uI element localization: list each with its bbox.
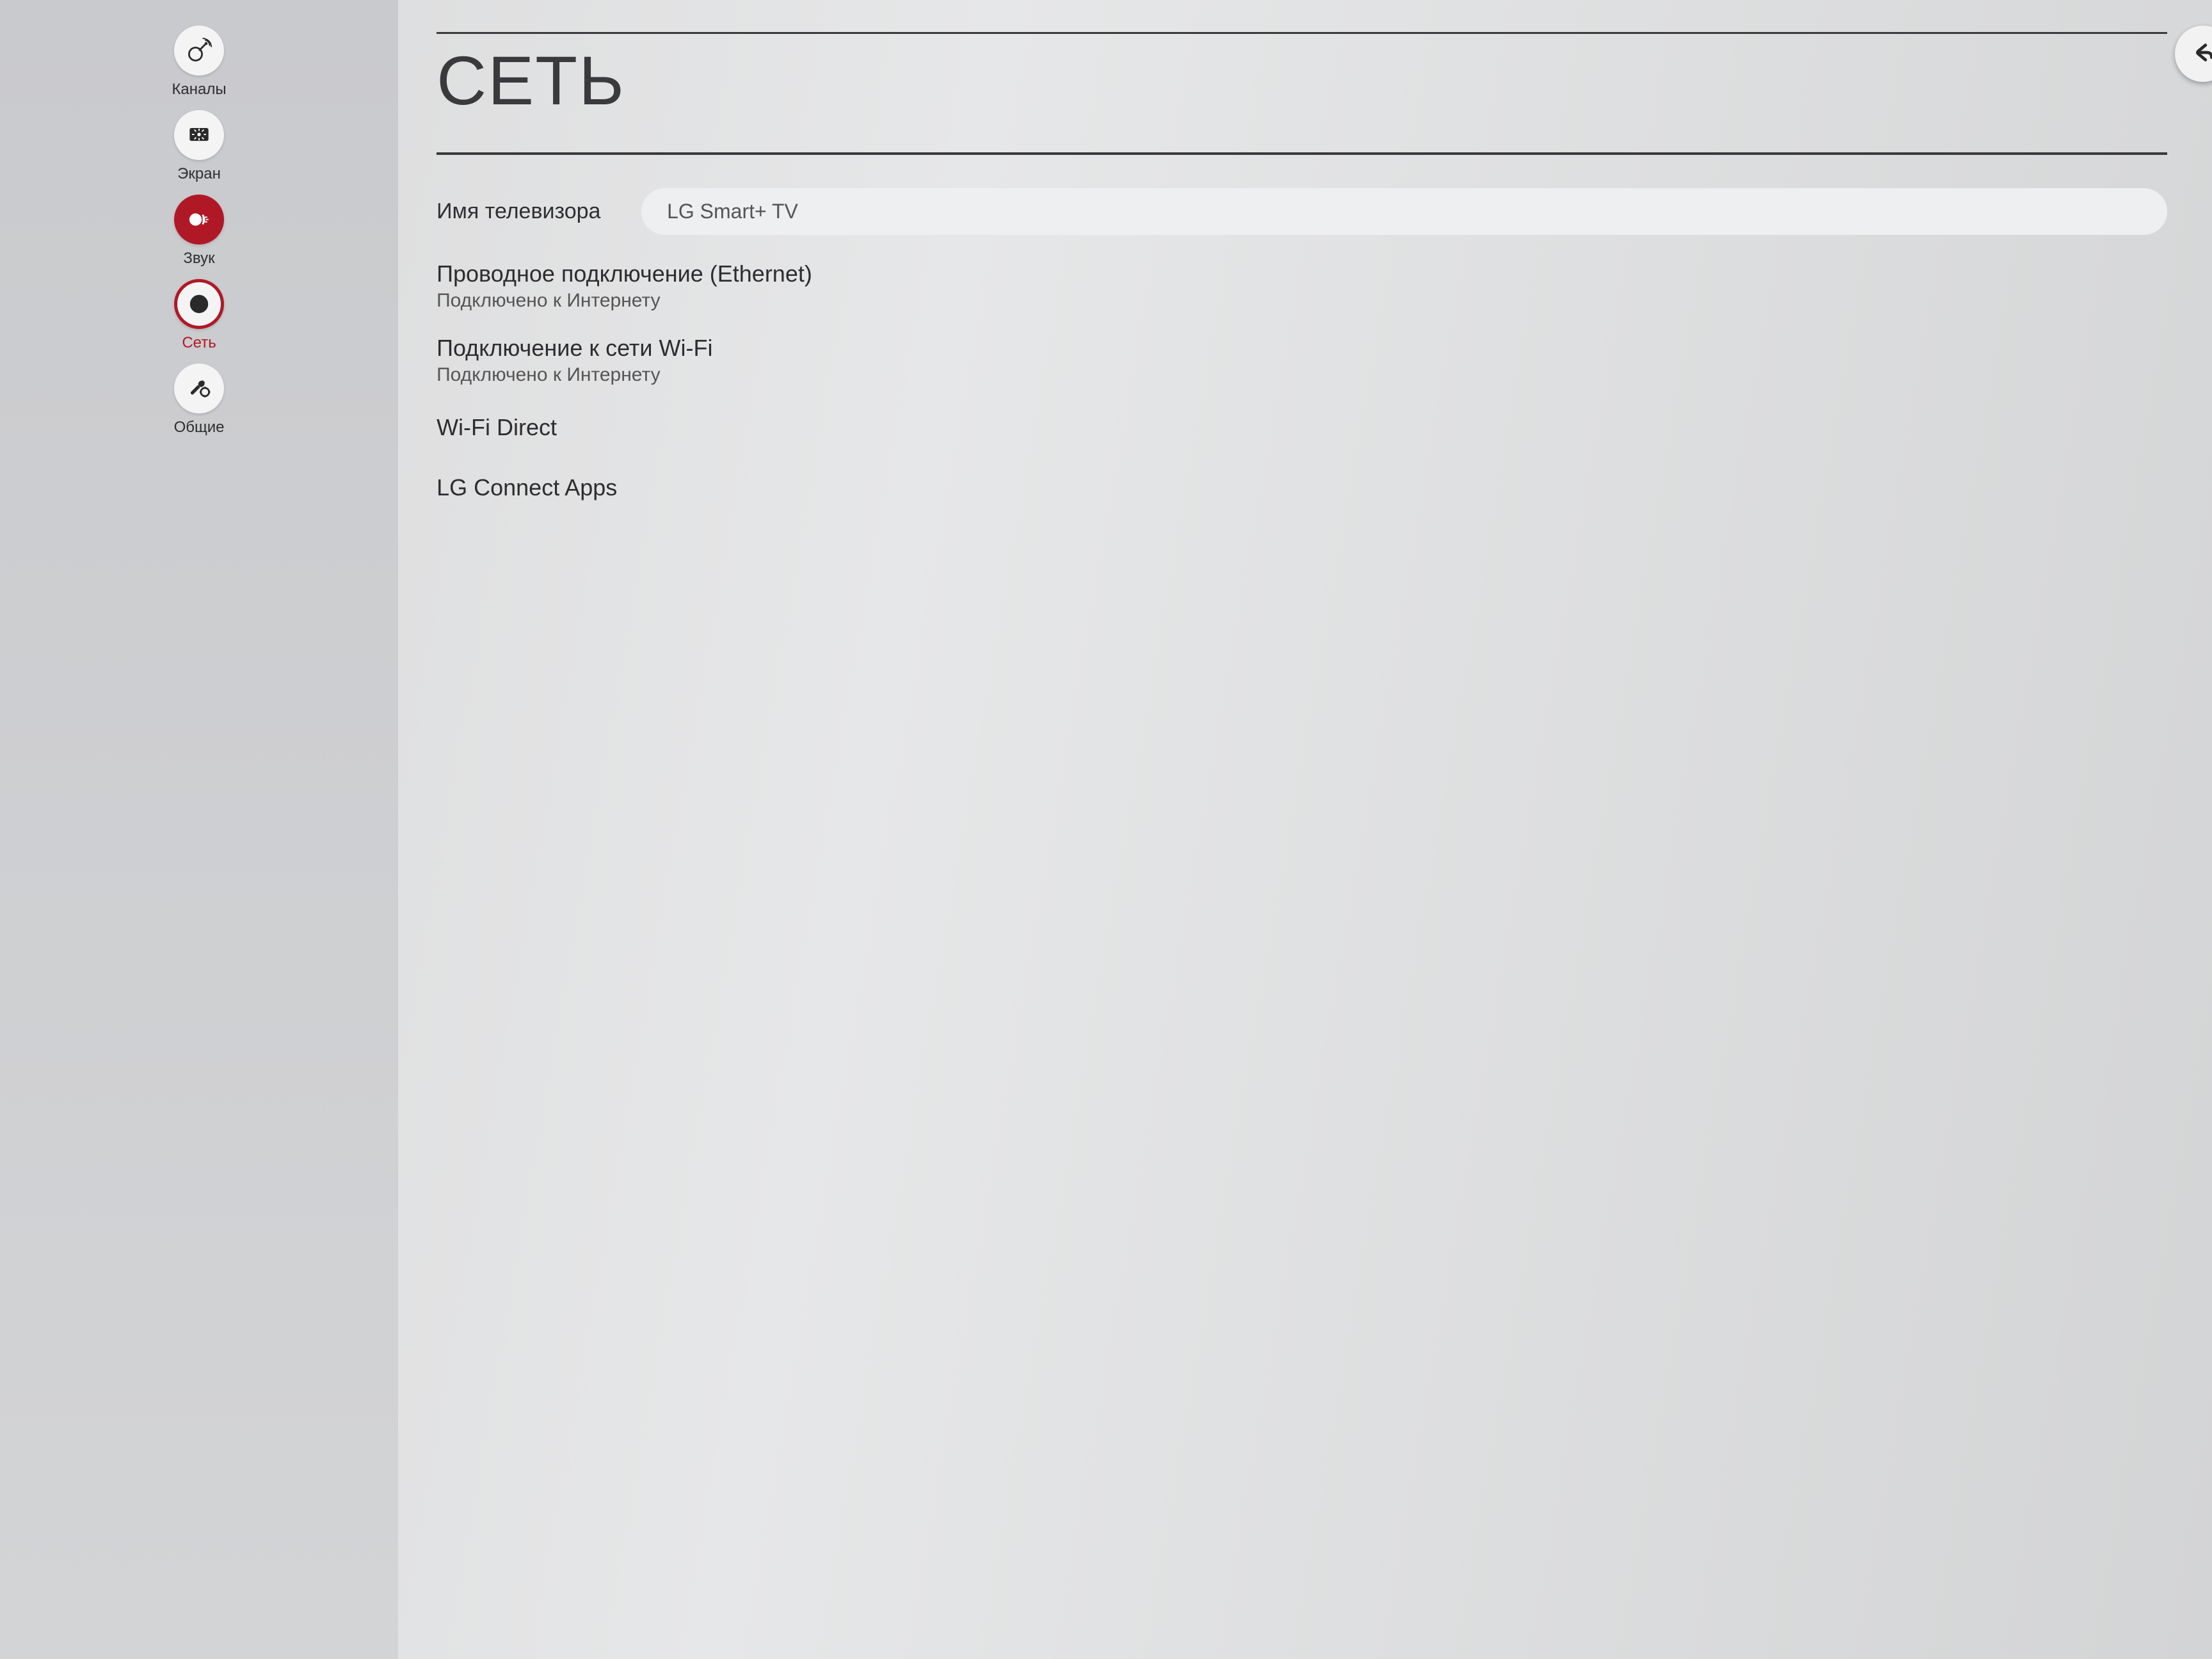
sidebar-item-network[interactable]: Сеть — [174, 279, 224, 352]
wifi-status: Подключено к Интернету — [437, 364, 2167, 386]
ethernet-status: Подключено к Интернету — [437, 290, 2167, 312]
back-icon — [2188, 38, 2212, 70]
main-panel: СЕТЬ Имя телевизора LG Smart+ TV Проводн… — [398, 0, 2212, 1659]
settings-screen: Каналы Экран Звук Сеть Общие — [0, 0, 2212, 1659]
row-connect-apps[interactable]: LG Connect Apps — [437, 458, 2167, 518]
tv-name-value[interactable]: LG Smart+ TV — [641, 188, 2167, 235]
ethernet-title: Проводное подключение (Ethernet) — [437, 260, 2167, 287]
row-ethernet[interactable]: Проводное подключение (Ethernet) Подключ… — [437, 249, 2167, 323]
network-icon — [174, 279, 224, 329]
row-tv-name[interactable]: Имя телевизора LG Smart+ TV — [437, 174, 2167, 249]
sound-icon — [174, 195, 224, 244]
sidebar-item-label: Сеть — [182, 334, 216, 352]
page-title: СЕТЬ — [437, 32, 2167, 120]
wifi-title: Подключение к сети Wi-Fi — [437, 335, 2167, 362]
sidebar-item-label: Звук — [183, 250, 214, 268]
sidebar-item-screen[interactable]: Экран — [174, 110, 224, 183]
sidebar-item-channels[interactable]: Каналы — [172, 26, 226, 99]
sidebar-item-label: Каналы — [172, 81, 226, 99]
screen-icon — [174, 110, 224, 160]
sidebar-item-sound[interactable]: Звук — [174, 195, 224, 268]
row-wifi[interactable]: Подключение к сети Wi-Fi Подключено к Ин… — [437, 323, 2167, 397]
sidebar: Каналы Экран Звук Сеть Общие — [0, 0, 398, 1659]
divider — [437, 152, 2167, 155]
sidebar-item-label: Экран — [177, 165, 221, 183]
row-wifi-direct[interactable]: Wi-Fi Direct — [437, 397, 2167, 458]
settings-icon — [174, 364, 224, 413]
sidebar-item-general[interactable]: Общие — [174, 364, 225, 437]
tv-name-label: Имя телевизора — [437, 199, 641, 224]
sidebar-item-label: Общие — [174, 419, 225, 437]
back-button[interactable] — [2175, 26, 2212, 82]
satellite-icon — [174, 26, 224, 76]
